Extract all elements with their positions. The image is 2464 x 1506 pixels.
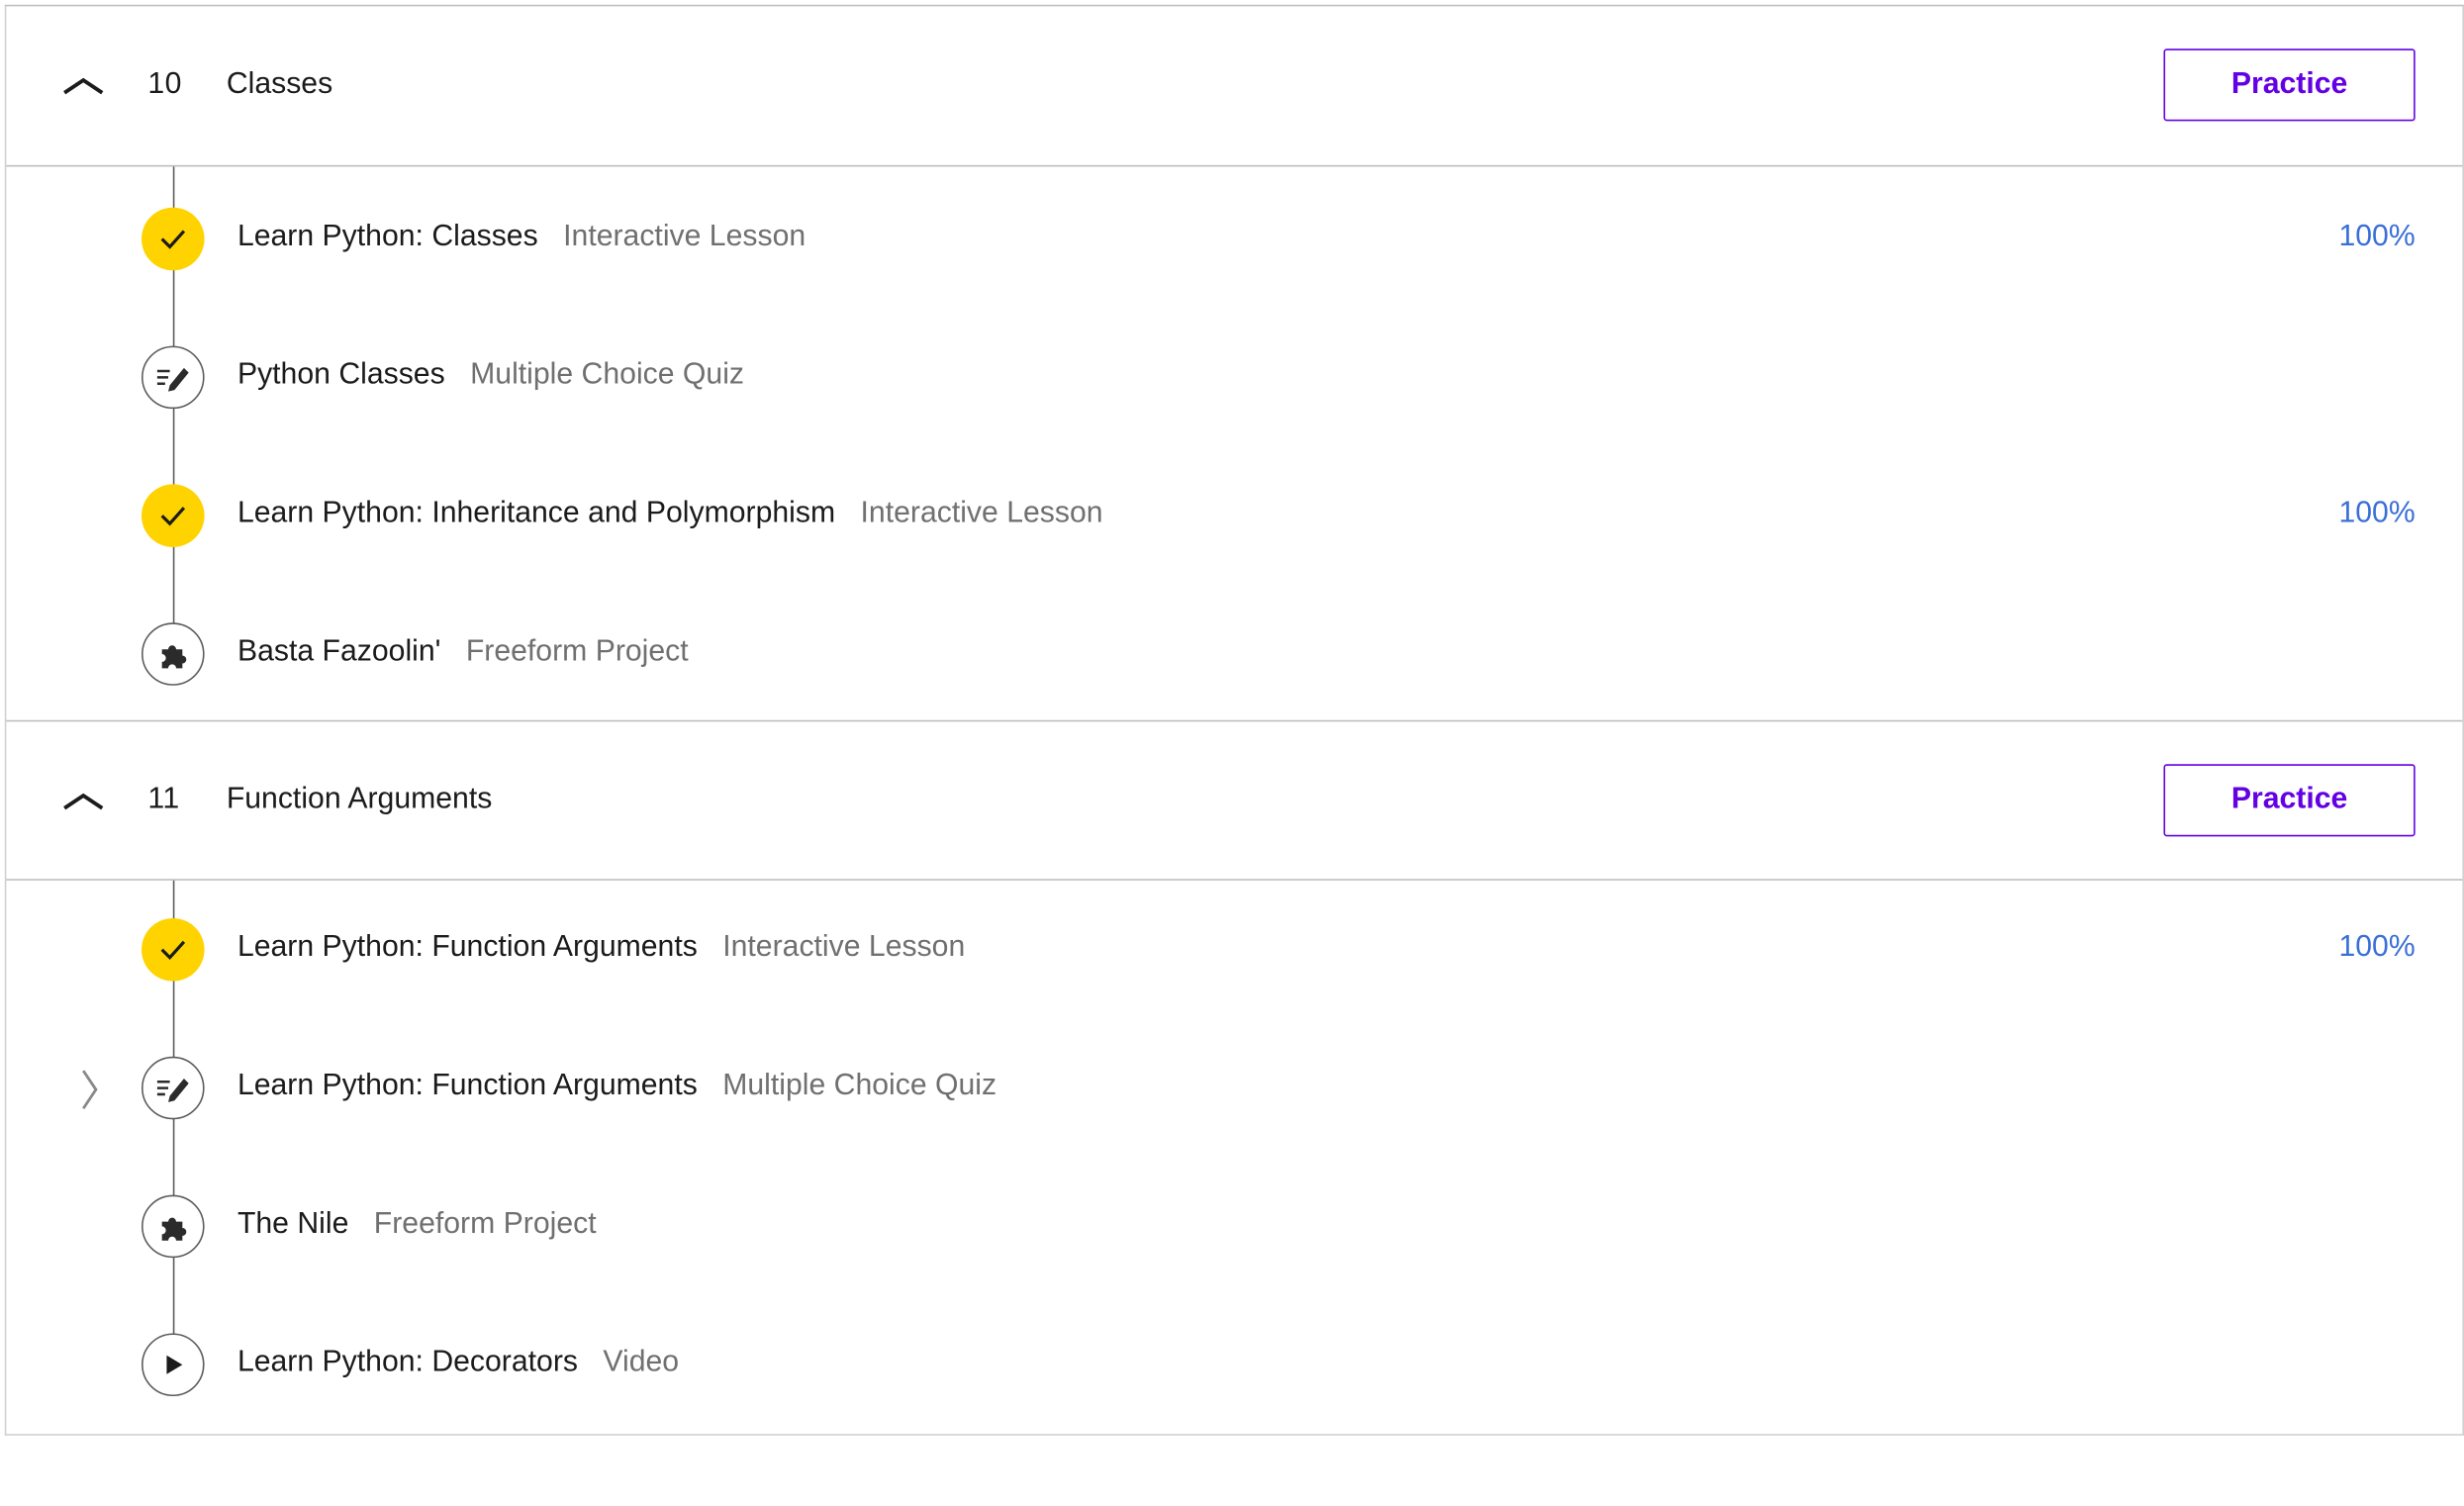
- item-type: Freeform Project: [465, 634, 689, 669]
- item-type: Freeform Project: [373, 1207, 597, 1241]
- syllabus-list: 10 Classes Practice Learn Python: Classe…: [4, 4, 2464, 1436]
- item-title[interactable]: Learn Python: Function Arguments Multiple…: [237, 1070, 996, 1104]
- list-item[interactable]: Python Classes Multiple Choice Quiz: [6, 342, 2462, 412]
- puzzle-icon: [142, 1194, 205, 1259]
- item-type: Interactive Lesson: [722, 930, 966, 965]
- list-item-selected[interactable]: Learn Python: Function Arguments Multiple…: [6, 1054, 2462, 1123]
- module-number: 10: [147, 67, 182, 101]
- check-icon: [142, 917, 205, 982]
- item-progress: 100%: [2338, 930, 2416, 965]
- item-title[interactable]: Basta Fazoolin' Freeform Project: [237, 635, 689, 670]
- puzzle-icon: [142, 622, 205, 686]
- list-item[interactable]: Learn Python: Classes Interactive Lesson …: [6, 205, 2462, 274]
- module-items-11: Learn Python: Function Arguments Interact…: [6, 880, 2462, 1434]
- item-title[interactable]: Learn Python: Decorators Video: [237, 1346, 679, 1380]
- module-header-10[interactable]: 10 Classes Practice: [6, 6, 2463, 167]
- module-title: Classes: [226, 67, 333, 101]
- chevron-right-icon: [75, 1066, 104, 1113]
- list-item[interactable]: Basta Fazoolin' Freeform Project: [6, 619, 2462, 689]
- item-progress: 100%: [2338, 497, 2416, 530]
- list-item[interactable]: The Nile Freeform Project: [6, 1191, 2462, 1261]
- module-header-11[interactable]: 11 Function Arguments Practice: [6, 719, 2463, 881]
- check-icon: [142, 484, 205, 547]
- item-type: Interactive Lesson: [563, 220, 806, 253]
- list-item[interactable]: Learn Python: Decorators Video: [6, 1330, 2462, 1399]
- module-number: 11: [147, 783, 180, 816]
- item-type: Interactive Lesson: [860, 497, 1103, 530]
- pencil-quiz-icon: [142, 1056, 205, 1120]
- item-title[interactable]: Learn Python: Classes Interactive Lesson: [237, 220, 806, 254]
- module-title: Function Arguments: [226, 783, 493, 816]
- chevron-up-icon[interactable]: [59, 66, 113, 107]
- item-title[interactable]: Learn Python: Inheritance and Polymorphi…: [237, 497, 1103, 531]
- item-type: Multiple Choice Quiz: [470, 358, 745, 392]
- list-item[interactable]: Learn Python: Function Arguments Interact…: [6, 915, 2462, 985]
- chevron-up-icon[interactable]: [59, 782, 113, 822]
- check-icon: [142, 207, 205, 271]
- play-icon: [142, 1333, 205, 1397]
- practice-button[interactable]: Practice: [2163, 48, 2416, 122]
- pencil-quiz-icon: [142, 345, 205, 410]
- item-title[interactable]: Learn Python: Function Arguments Interact…: [237, 931, 965, 966]
- item-type: Multiple Choice Quiz: [722, 1069, 997, 1102]
- list-item[interactable]: Learn Python: Inheritance and Polymorphi…: [6, 481, 2462, 550]
- item-progress: 100%: [2338, 220, 2416, 253]
- module-items-10: Learn Python: Classes Interactive Lesson …: [6, 166, 2462, 719]
- item-title[interactable]: Python Classes Multiple Choice Quiz: [237, 358, 744, 393]
- practice-button[interactable]: Practice: [2163, 764, 2416, 837]
- item-title[interactable]: The Nile Freeform Project: [237, 1207, 597, 1242]
- item-type: Video: [603, 1346, 680, 1379]
